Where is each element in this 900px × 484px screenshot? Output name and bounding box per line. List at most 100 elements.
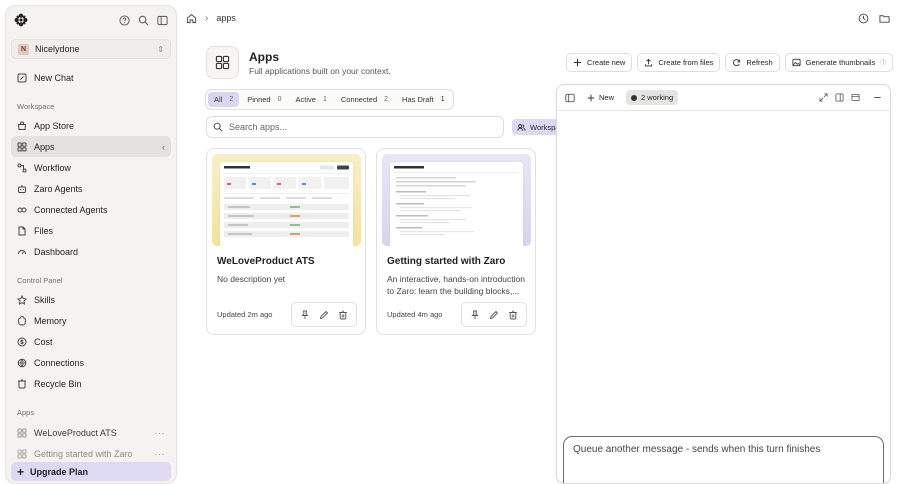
sidebar-item-connected-agents[interactable]: Connected Agents bbox=[11, 199, 171, 220]
sidebar-item-label: Connections bbox=[34, 357, 85, 368]
sidebar-item-skills[interactable]: Skills bbox=[11, 289, 171, 310]
refresh-button[interactable]: Refresh bbox=[725, 53, 780, 72]
app-card-actions bbox=[291, 302, 357, 327]
working-label: 2 working bbox=[641, 93, 674, 102]
breadcrumb-current[interactable]: apps bbox=[216, 13, 236, 23]
help-icon[interactable] bbox=[119, 14, 130, 26]
sidebar-item-label: Workflow bbox=[34, 162, 71, 173]
header-actions: Create new Create from files Refresh Gen… bbox=[566, 53, 894, 72]
split-view-icon[interactable] bbox=[835, 93, 844, 102]
message-input[interactable] bbox=[573, 444, 874, 474]
sidebar-item-zaro-agents[interactable]: Zaro Agents bbox=[11, 178, 171, 199]
new-chat-tab-button[interactable]: New bbox=[583, 93, 618, 102]
new-chat-icon bbox=[17, 73, 27, 83]
chevron-left-icon[interactable]: ‹ bbox=[162, 142, 165, 152]
edit-icon[interactable] bbox=[489, 310, 499, 320]
delete-icon[interactable] bbox=[508, 310, 518, 320]
thumbnail-preview bbox=[390, 162, 523, 246]
sidebar-item-recycle-bin[interactable]: Recycle Bin bbox=[11, 373, 171, 394]
tab-pinned[interactable]: Pinned 0 bbox=[241, 92, 287, 107]
more-options-icon[interactable]: ··· bbox=[155, 449, 166, 459]
pin-icon[interactable] bbox=[300, 310, 310, 320]
info-icon: ⓘ bbox=[880, 61, 887, 67]
chat-panel-header: New 2 working bbox=[557, 85, 890, 111]
more-options-icon[interactable]: ··· bbox=[155, 428, 166, 438]
expand-icon[interactable] bbox=[819, 93, 828, 102]
workspace-scope-chip[interactable]: Workspace bbox=[512, 119, 558, 135]
sidebar-item-files[interactable]: Files bbox=[11, 220, 171, 241]
connected-agents-icon bbox=[17, 205, 27, 215]
create-from-files-button[interactable]: Create from files bbox=[637, 53, 721, 72]
breadcrumb-separator-icon: › bbox=[205, 12, 209, 24]
workflow-icon bbox=[17, 163, 27, 173]
sidebar-item-label: Apps bbox=[34, 141, 55, 152]
history-icon[interactable] bbox=[858, 13, 869, 24]
workspace-name: Nicelydone bbox=[35, 44, 80, 54]
tab-count: 2 bbox=[384, 96, 389, 103]
dashboard-icon bbox=[17, 247, 27, 257]
search-input[interactable] bbox=[229, 122, 489, 132]
folder-icon[interactable] bbox=[879, 13, 890, 24]
upgrade-plan-label: Upgrade Plan bbox=[30, 466, 89, 477]
connections-icon bbox=[17, 358, 27, 368]
sidebar-item-label: Files bbox=[34, 225, 54, 236]
window-icon[interactable] bbox=[851, 93, 860, 102]
working-status-badge[interactable]: 2 working bbox=[626, 90, 679, 105]
tab-count: 1 bbox=[322, 96, 327, 103]
sidebar-item-app-store[interactable]: App Store bbox=[11, 115, 171, 136]
sidebar-item-label: Memory bbox=[34, 315, 67, 326]
edit-icon[interactable] bbox=[319, 310, 329, 320]
plus-icon bbox=[573, 58, 582, 67]
search-icon[interactable] bbox=[138, 15, 149, 26]
sidebar-item-memory[interactable]: Memory bbox=[11, 310, 171, 331]
panel-toggle-icon[interactable] bbox=[565, 93, 575, 103]
tab-has-draft[interactable]: Has Draft 1 bbox=[396, 92, 451, 107]
pin-icon[interactable] bbox=[470, 310, 480, 320]
create-new-label: Create new bbox=[587, 58, 626, 67]
sidebar-app-getting-started[interactable]: Getting started with Zaro ··· bbox=[11, 443, 171, 464]
sidebar-item-dashboard[interactable]: Dashboard bbox=[11, 241, 171, 262]
app-card[interactable]: WeLoveProduct ATS No description yet Upd… bbox=[206, 148, 366, 335]
sidebar: N Nicelydone ⇕ New Chat Workspace App St… bbox=[5, 5, 177, 484]
workspace-badge: N bbox=[18, 43, 29, 55]
minimize-icon[interactable] bbox=[873, 93, 882, 102]
status-dot-icon bbox=[631, 94, 638, 101]
app-thumbnail bbox=[382, 154, 531, 246]
sidebar-item-connections[interactable]: Connections bbox=[11, 352, 171, 373]
app-card-updated: Updated 4m ago bbox=[387, 310, 443, 319]
sidebar-toggle-icon[interactable] bbox=[157, 15, 168, 26]
sidebar-item-label: Cost bbox=[34, 336, 53, 347]
app-card-description: An interactive, hands-on introduction to… bbox=[387, 274, 525, 296]
sidebar-app-weloveproduct-ats[interactable]: WeLoveProduct ATS ··· bbox=[11, 422, 171, 443]
skills-icon bbox=[17, 294, 27, 305]
agents-icon bbox=[17, 184, 27, 194]
new-label: New bbox=[599, 93, 615, 102]
create-new-button[interactable]: Create new bbox=[566, 53, 633, 72]
tab-all[interactable]: All 2 bbox=[208, 92, 240, 107]
tab-count: 1 bbox=[440, 96, 445, 103]
generate-thumbnails-button[interactable]: Generate thumbnails ⓘ bbox=[784, 53, 894, 72]
chevron-updown-icon: ⇕ bbox=[157, 44, 164, 54]
chat-panel-controls bbox=[819, 93, 882, 102]
search-bar bbox=[206, 116, 504, 138]
app-card[interactable]: Getting started with Zaro An interactive… bbox=[376, 148, 536, 335]
plus-icon: + bbox=[17, 464, 25, 479]
sidebar-item-label: Recycle Bin bbox=[34, 378, 82, 389]
sidebar-item-apps[interactable]: Apps ‹ bbox=[11, 136, 171, 157]
cost-icon bbox=[17, 337, 27, 347]
upgrade-plan-button[interactable]: + Upgrade Plan bbox=[11, 462, 171, 481]
file-icon bbox=[17, 226, 27, 236]
tab-active[interactable]: Active 1 bbox=[290, 92, 333, 107]
sidebar-header bbox=[6, 6, 176, 34]
sidebar-item-label: Dashboard bbox=[34, 246, 79, 257]
upload-icon bbox=[644, 58, 653, 67]
home-icon[interactable] bbox=[186, 13, 197, 24]
delete-icon[interactable] bbox=[338, 310, 348, 320]
tab-connected[interactable]: Connected 2 bbox=[335, 92, 394, 107]
sidebar-item-workflow[interactable]: Workflow bbox=[11, 157, 171, 178]
new-chat-button[interactable]: New Chat bbox=[11, 67, 171, 88]
logo-icon[interactable] bbox=[14, 13, 28, 27]
sidebar-item-cost[interactable]: Cost bbox=[11, 331, 171, 352]
sidebar-item-label: Skills bbox=[34, 294, 56, 305]
workspace-selector[interactable]: N Nicelydone ⇕ bbox=[11, 39, 171, 59]
